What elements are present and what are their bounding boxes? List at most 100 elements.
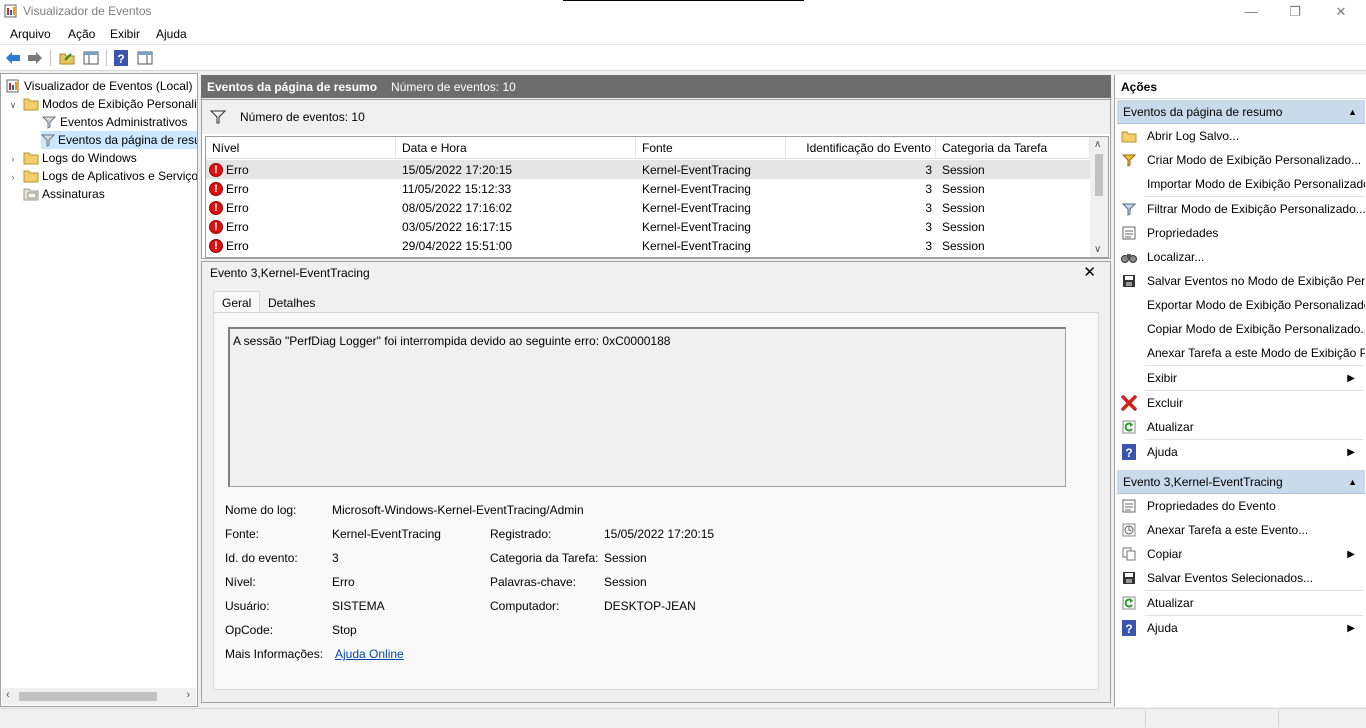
column-header-level[interactable]: Nível	[206, 137, 396, 159]
submenu-arrow-icon: ▶	[1347, 622, 1355, 634]
collapse-triangle-icon[interactable]: ▲	[1348, 477, 1357, 487]
action-refresh[interactable]: Atualizar	[1115, 415, 1365, 439]
table-row[interactable]: ! Erro 15/05/2022 17:20:15 Kernel-EventTr…	[206, 160, 1090, 179]
online-help-link[interactable]: Ajuda Online	[335, 647, 404, 661]
value-logged: 15/05/2022 17:20:15	[604, 527, 715, 541]
tree-item-admin-events[interactable]: Eventos Administrativos	[41, 113, 187, 131]
help-icon[interactable]: ?	[112, 49, 130, 67]
folder-icon	[23, 150, 39, 166]
action-import-custom-view[interactable]: Importar Modo de Exibição Personalizado.…	[1115, 172, 1365, 196]
chevron-right-icon[interactable]: ›	[8, 154, 18, 164]
menu-acao[interactable]: Ação	[68, 27, 95, 41]
menu-exibir[interactable]: Exibir	[110, 27, 140, 41]
open-folder-icon[interactable]	[58, 49, 76, 67]
maximize-button[interactable]: ❐	[1272, 0, 1318, 23]
tab-general[interactable]: Geral	[213, 291, 261, 313]
column-header-event-id[interactable]: Identificação do Evento	[786, 137, 936, 159]
tab-details[interactable]: Detalhes	[260, 292, 323, 314]
scroll-left-arrow-icon[interactable]: ‹	[6, 689, 10, 701]
row-level: Erro	[226, 219, 249, 234]
table-row[interactable]: ! Erro 29/04/2022 15:51:00 Kernel-EventTr…	[206, 236, 1090, 255]
error-icon: !	[209, 238, 223, 253]
column-header-task-category[interactable]: Categoria da Tarefa	[936, 137, 1090, 159]
event-message-box[interactable]: A sessão "PerfDiag Logger" foi interromp…	[228, 327, 1066, 487]
submenu-arrow-icon: ▶	[1347, 446, 1355, 458]
row-date: 15/05/2022 17:20:15	[402, 162, 513, 177]
action-export-custom-view[interactable]: Exportar Modo de Exibição Personalizado.…	[1115, 293, 1365, 317]
row-event-id: 3	[925, 162, 932, 177]
scroll-thumb[interactable]	[19, 692, 157, 701]
action-attach-task-event[interactable]: Anexar Tarefa a este Evento...	[1115, 518, 1365, 542]
tree-label-root: Visualizador de Eventos (Local)	[24, 79, 193, 93]
top-edge-line	[563, 0, 804, 1]
close-icon[interactable]: ✕	[1083, 263, 1096, 281]
collapse-triangle-icon[interactable]: ▲	[1348, 107, 1357, 117]
column-header-source[interactable]: Fonte	[636, 137, 786, 159]
table-row[interactable]: ! Erro 03/05/2022 16:17:15 Kernel-EventTr…	[206, 217, 1090, 236]
row-source: Kernel-EventTracing	[642, 200, 751, 215]
grid-vertical-scrollbar[interactable]: ∧ ∨	[1090, 137, 1108, 257]
center-header-title: Eventos da página de resumo	[207, 79, 378, 94]
tree-item-windows-logs[interactable]: Logs do Windows	[23, 149, 137, 167]
action-event-properties[interactable]: Propriedades do Evento	[1115, 494, 1365, 518]
tree-item-app-logs[interactable]: Logs de Aplicativos e Serviços	[23, 167, 198, 185]
refresh-icon	[1121, 595, 1137, 611]
scroll-right-arrow-icon[interactable]: ›	[186, 689, 190, 701]
filter-icon	[41, 132, 55, 148]
error-icon: !	[209, 219, 223, 234]
row-level: Erro	[226, 181, 249, 196]
action-find[interactable]: Localizar...	[1115, 245, 1365, 269]
folder-icon	[23, 96, 39, 112]
table-row[interactable]: ! Erro 08/05/2022 17:16:02 Kernel-EventTr…	[206, 198, 1090, 217]
error-icon: !	[209, 181, 223, 196]
action-copy-custom-view[interactable]: Copiar Modo de Exibição Personalizado...	[1115, 317, 1365, 341]
action-properties[interactable]: Propriedades	[1115, 221, 1365, 245]
row-date: 03/05/2022 16:17:15	[402, 219, 513, 234]
action-refresh-event[interactable]: Atualizar	[1115, 591, 1365, 615]
properties-icon	[1121, 498, 1137, 514]
scroll-thumb[interactable]	[1095, 154, 1103, 196]
action-view[interactable]: Exibir ▶	[1115, 366, 1365, 390]
action-filter-custom-view[interactable]: Filtrar Modo de Exibição Personalizado..…	[1115, 197, 1365, 221]
tree-item-root[interactable]: Visualizador de Eventos (Local)	[5, 77, 193, 95]
label-logged: Registrado:	[490, 527, 552, 541]
label-task-category: Categoria da Tarefa:	[490, 551, 599, 565]
action-save-selected-events[interactable]: Salvar Eventos Selecionados...	[1115, 566, 1365, 590]
chevron-down-icon[interactable]: ∨	[8, 100, 18, 110]
action-help-event[interactable]: ? Ajuda ▶	[1115, 616, 1365, 640]
row-level: Erro	[226, 162, 249, 177]
chevron-right-icon[interactable]: ›	[8, 172, 18, 182]
value-source: Kernel-EventTracing	[332, 527, 441, 541]
show-hide-tree-icon[interactable]	[82, 49, 100, 67]
actions-section-event[interactable]: Evento 3,Kernel-EventTracing ▲	[1117, 470, 1365, 494]
actions-section-summary[interactable]: Eventos da página de resumo ▲	[1117, 100, 1365, 124]
tree-item-summary-events[interactable]: Eventos da página de resumo	[41, 131, 197, 149]
value-user: SISTEMA	[332, 599, 385, 613]
save-icon	[1121, 570, 1137, 586]
action-open-saved-log[interactable]: Abrir Log Salvo...	[1115, 124, 1365, 148]
action-create-custom-view[interactable]: Criar Modo de Exibição Personalizado...	[1115, 148, 1365, 172]
show-hide-action-pane-icon[interactable]	[136, 49, 154, 67]
scroll-up-arrow-icon[interactable]: ∧	[1094, 139, 1101, 150]
action-attach-task-custom-view[interactable]: Anexar Tarefa a este Modo de Exibição Pe…	[1115, 341, 1365, 365]
action-save-events-custom-view[interactable]: Salvar Eventos no Modo de Exibição Perso…	[1115, 269, 1365, 293]
action-copy[interactable]: Copiar ▶	[1115, 542, 1365, 566]
forward-arrow-icon[interactable]	[26, 49, 44, 67]
tree-horizontal-scrollbar[interactable]: ‹ ›	[2, 688, 196, 705]
menu-ajuda[interactable]: Ajuda	[156, 27, 187, 41]
action-help[interactable]: ? Ajuda ▶	[1115, 440, 1365, 464]
value-computer: DESKTOP-JEAN	[604, 599, 696, 613]
minimize-button[interactable]: —	[1228, 0, 1274, 23]
back-arrow-icon[interactable]	[4, 49, 22, 67]
tree-item-subscriptions[interactable]: Assinaturas	[23, 185, 105, 203]
action-delete[interactable]: Excluir	[1115, 391, 1365, 415]
table-row[interactable]: ! Erro 11/05/2022 15:12:33 Kernel-EventTr…	[206, 179, 1090, 198]
row-event-id: 3	[925, 200, 932, 215]
event-viewer-icon	[5, 78, 21, 94]
menu-arquivo[interactable]: Arquivo	[10, 27, 51, 41]
column-header-date[interactable]: Data e Hora	[396, 137, 636, 159]
tree-label-app-logs: Logs de Aplicativos e Serviços	[42, 169, 198, 183]
tree-item-custom-views[interactable]: Modos de Exibição Personalizados	[23, 95, 197, 113]
close-button[interactable]: ✕	[1318, 0, 1364, 23]
scroll-down-arrow-icon[interactable]: ∨	[1094, 244, 1101, 255]
